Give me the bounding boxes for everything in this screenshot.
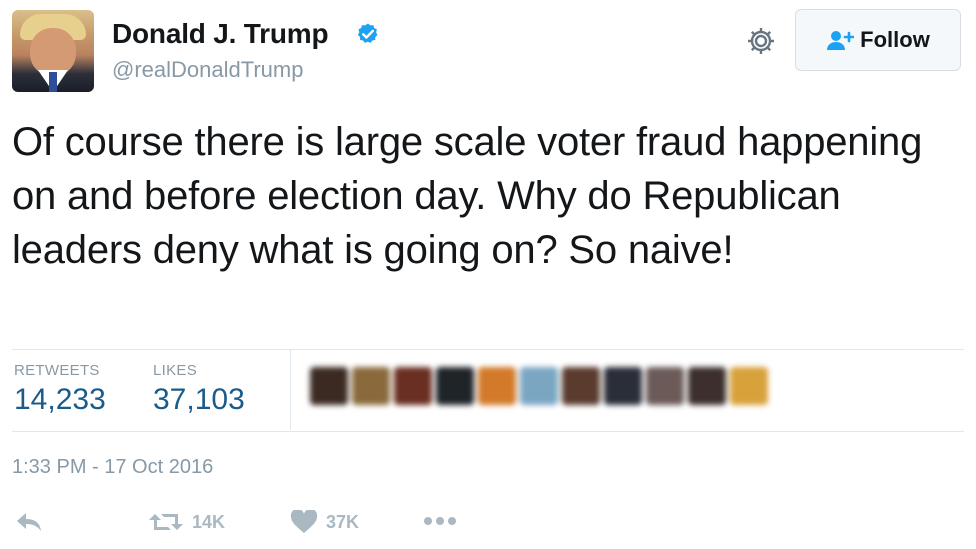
avatar-tie bbox=[49, 72, 57, 92]
tweet-text: Of course there is large scale voter fra… bbox=[12, 120, 923, 272]
retweet-icon bbox=[149, 514, 183, 530]
author-avatar[interactable] bbox=[12, 10, 94, 92]
liker-avatar[interactable] bbox=[310, 367, 348, 405]
liker-avatar[interactable] bbox=[436, 367, 474, 405]
heart-icon bbox=[290, 510, 318, 533]
retweets-count[interactable]: 14,233 bbox=[14, 383, 106, 417]
follow-label: Follow bbox=[860, 27, 930, 52]
liker-avatars[interactable] bbox=[310, 367, 768, 411]
stats-bottom-divider bbox=[12, 431, 964, 432]
more-dots-icon bbox=[424, 517, 456, 525]
liker-avatar[interactable] bbox=[562, 367, 600, 405]
liker-avatar[interactable] bbox=[604, 367, 642, 405]
liker-avatar[interactable] bbox=[520, 367, 558, 405]
like-count: 37K bbox=[326, 511, 360, 532]
likes-count[interactable]: 37,103 bbox=[153, 383, 245, 417]
follow-person-plus-icon bbox=[827, 31, 855, 50]
avatar-face bbox=[30, 28, 76, 76]
follow-button[interactable]: Follow bbox=[795, 9, 961, 71]
liker-avatar[interactable] bbox=[478, 367, 516, 405]
liker-avatar[interactable] bbox=[352, 367, 390, 405]
author-handle[interactable]: @realDonaldTrump bbox=[112, 57, 303, 83]
liker-avatar[interactable] bbox=[730, 367, 768, 405]
gear-icon[interactable] bbox=[745, 25, 777, 57]
retweet-count: 14K bbox=[192, 511, 226, 532]
retweets-label[interactable]: RETWEETS bbox=[14, 362, 100, 379]
more-button[interactable] bbox=[422, 514, 458, 528]
like-button[interactable]: 37K bbox=[290, 510, 359, 534]
verified-badge-icon bbox=[357, 23, 378, 43]
liker-avatar[interactable] bbox=[394, 367, 432, 405]
reply-icon bbox=[17, 513, 41, 531]
stats-vertical-divider bbox=[290, 350, 291, 430]
author-name[interactable]: Donald J. Trump bbox=[112, 18, 329, 50]
tweet-timestamp[interactable]: 1:33 PM - 17 Oct 2016 bbox=[12, 456, 213, 479]
liker-avatar[interactable] bbox=[688, 367, 726, 405]
retweet-button[interactable]: 14K bbox=[148, 510, 225, 534]
stats-top-divider bbox=[12, 349, 964, 350]
reply-button[interactable] bbox=[14, 510, 44, 534]
liker-avatar[interactable] bbox=[646, 367, 684, 405]
likes-label[interactable]: LIKES bbox=[153, 362, 197, 379]
